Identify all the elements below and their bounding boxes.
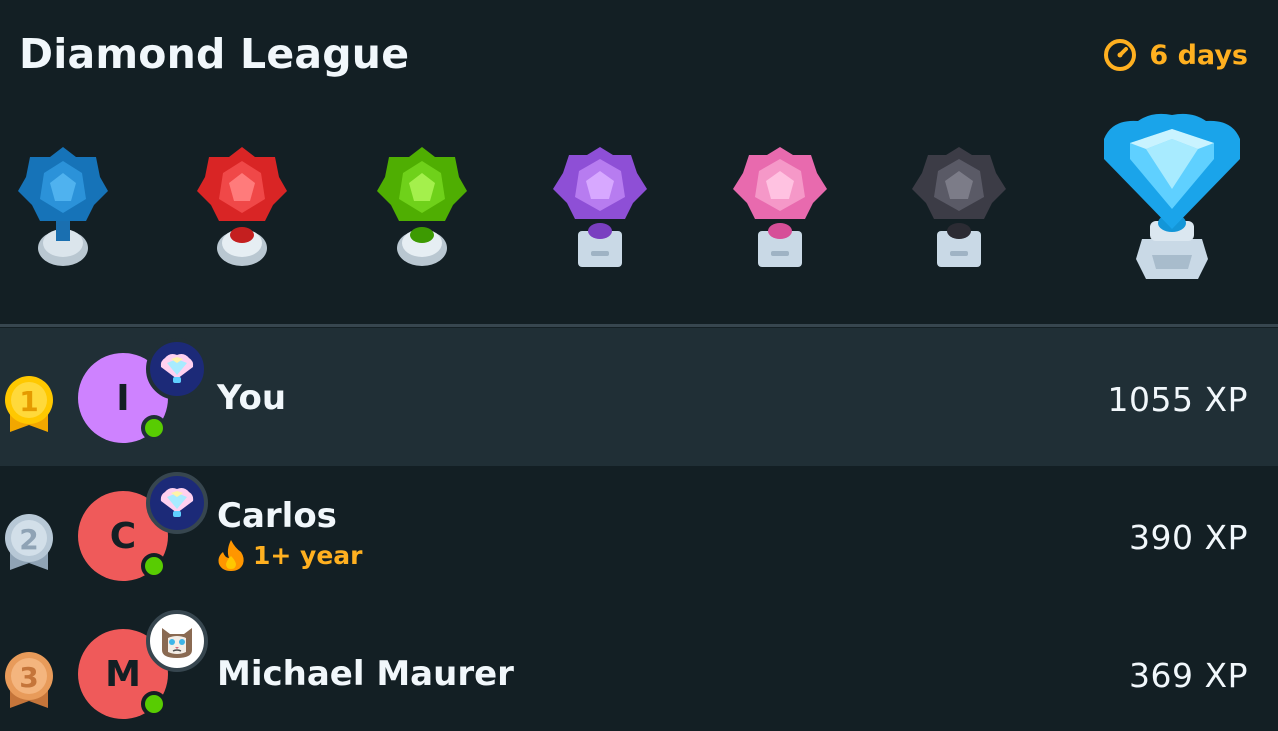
streak-label: 1+ year: [217, 538, 363, 572]
diamond-league-badge-icon: [146, 472, 208, 534]
diamond-league-badge-icon: [146, 338, 208, 400]
league-header: Diamond League 6 days: [0, 0, 1278, 110]
league-timer: 6 days: [1103, 38, 1248, 72]
online-indicator: [141, 553, 167, 579]
amethyst-trophy-icon[interactable]: [551, 143, 649, 273]
timer-text: 6 days: [1149, 39, 1248, 71]
avatar-initial: M: [105, 653, 141, 695]
league-title: Diamond League: [19, 30, 410, 78]
user-xp: 369 XP: [1129, 656, 1248, 695]
user-xp: 1055 XP: [1107, 380, 1248, 419]
user-name: Michael Maurer: [217, 654, 514, 694]
header-divider: [0, 324, 1278, 327]
gold-medal-icon: 1: [5, 376, 53, 432]
streak-text: 1+ year: [253, 540, 363, 570]
online-indicator: [141, 691, 167, 717]
user-name: Carlos: [217, 496, 337, 536]
fire-icon: [218, 540, 244, 571]
silver-medal-icon: 2: [5, 514, 53, 570]
online-indicator: [141, 415, 167, 441]
diamond-trophy-icon[interactable]: [1102, 109, 1242, 285]
league-trophies: [0, 105, 1278, 290]
leaderboard-screen: Diamond League 6 days 1 I You 1055 XP 2 …: [0, 0, 1278, 731]
obsidian-trophy-icon[interactable]: [910, 143, 1008, 273]
leaderboard-row-you[interactable]: 1 I You 1055 XP: [0, 328, 1278, 466]
svg-text:3: 3: [19, 661, 38, 694]
pearl-trophy-icon[interactable]: [731, 143, 829, 273]
emerald-trophy-icon[interactable]: [375, 143, 469, 273]
svg-text:2: 2: [19, 523, 38, 556]
leaderboard-row-michael-maurer[interactable]: 3 M Michael Maurer 369 XP: [0, 604, 1278, 731]
svg-text:1: 1: [19, 385, 38, 418]
avatar-initial: I: [116, 377, 130, 419]
leaderboard-row-carlos[interactable]: 2 C Carlos 1+ year 390 XP: [0, 466, 1278, 604]
avatar-initial: C: [109, 515, 137, 557]
cat-badge-icon: [146, 610, 208, 672]
user-name: You: [217, 378, 287, 418]
sapphire-trophy-icon[interactable]: [16, 143, 110, 273]
clock-icon: [1104, 39, 1137, 71]
bronze-medal-icon: 3: [5, 652, 53, 708]
ruby-trophy-icon[interactable]: [195, 143, 289, 273]
user-xp: 390 XP: [1129, 518, 1248, 557]
